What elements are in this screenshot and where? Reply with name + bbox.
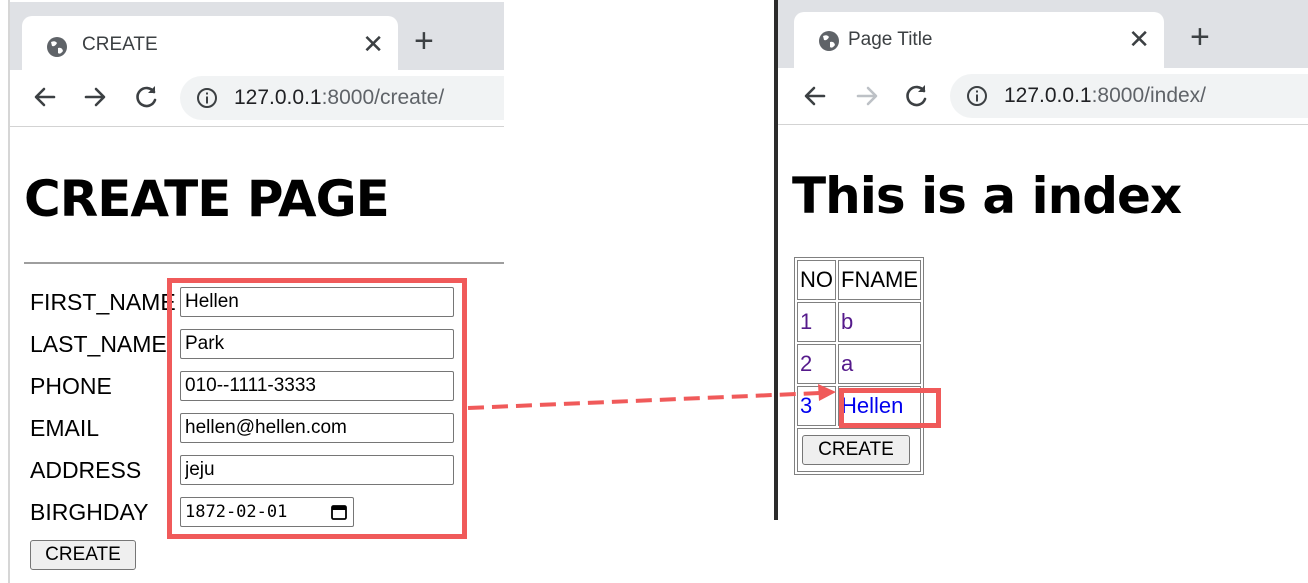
- arrow-annotation: [467, 384, 836, 410]
